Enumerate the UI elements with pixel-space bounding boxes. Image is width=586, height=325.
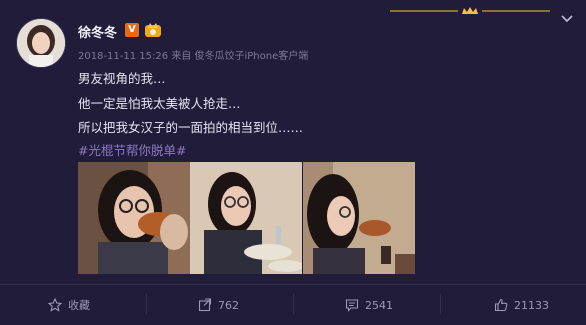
chevron-down-icon[interactable] xyxy=(560,14,574,24)
repost-icon xyxy=(198,298,212,312)
avatar[interactable] xyxy=(16,18,66,68)
post-source: 来自 俊冬瓜饺子iPhone客户端 xyxy=(171,51,309,62)
action-separator xyxy=(293,294,294,314)
favorite-button[interactable]: 收藏 xyxy=(48,285,90,325)
decoration-ornament-icon xyxy=(390,7,550,14)
comment-button[interactable]: 2541 xyxy=(345,285,393,325)
like-button[interactable]: 21133 xyxy=(494,285,549,325)
comment-icon xyxy=(345,299,359,312)
like-count: 21133 xyxy=(514,298,549,312)
repost-button[interactable]: 762 xyxy=(198,285,239,325)
hashtag-link[interactable]: #光棍节帮你脱单# xyxy=(78,140,186,159)
post-text-line: 所以把我女汉子的一面拍的相当到位…… xyxy=(78,120,304,135)
post-photo[interactable] xyxy=(190,162,302,274)
post-text-line: 男友视角的我… xyxy=(78,71,166,86)
action-separator xyxy=(146,294,147,314)
post-meta: 2018-11-11 15:26 来自 俊冬瓜饺子iPhone客户端 xyxy=(78,47,308,62)
post-timestamp[interactable]: 2018-11-11 15:26 xyxy=(78,51,168,62)
weibo-post: 徐冬冬 V 2018-11-11 15:26 来自 俊冬瓜饺子iPhone客户端… xyxy=(0,0,586,325)
star-icon xyxy=(48,298,62,312)
verified-badge: V xyxy=(125,23,139,37)
member-level-icon[interactable] xyxy=(144,22,162,38)
author-name[interactable]: 徐冬冬 xyxy=(78,22,117,41)
repost-count: 762 xyxy=(218,298,239,312)
action-separator xyxy=(440,294,441,314)
thumbs-up-icon xyxy=(494,298,508,312)
post-photo[interactable] xyxy=(303,162,415,274)
comment-count: 2541 xyxy=(365,298,393,312)
post-text-line: 他一定是怕我太美被人抢走… xyxy=(78,96,241,111)
favorite-label: 收藏 xyxy=(68,299,90,312)
post-photo[interactable] xyxy=(78,162,190,274)
